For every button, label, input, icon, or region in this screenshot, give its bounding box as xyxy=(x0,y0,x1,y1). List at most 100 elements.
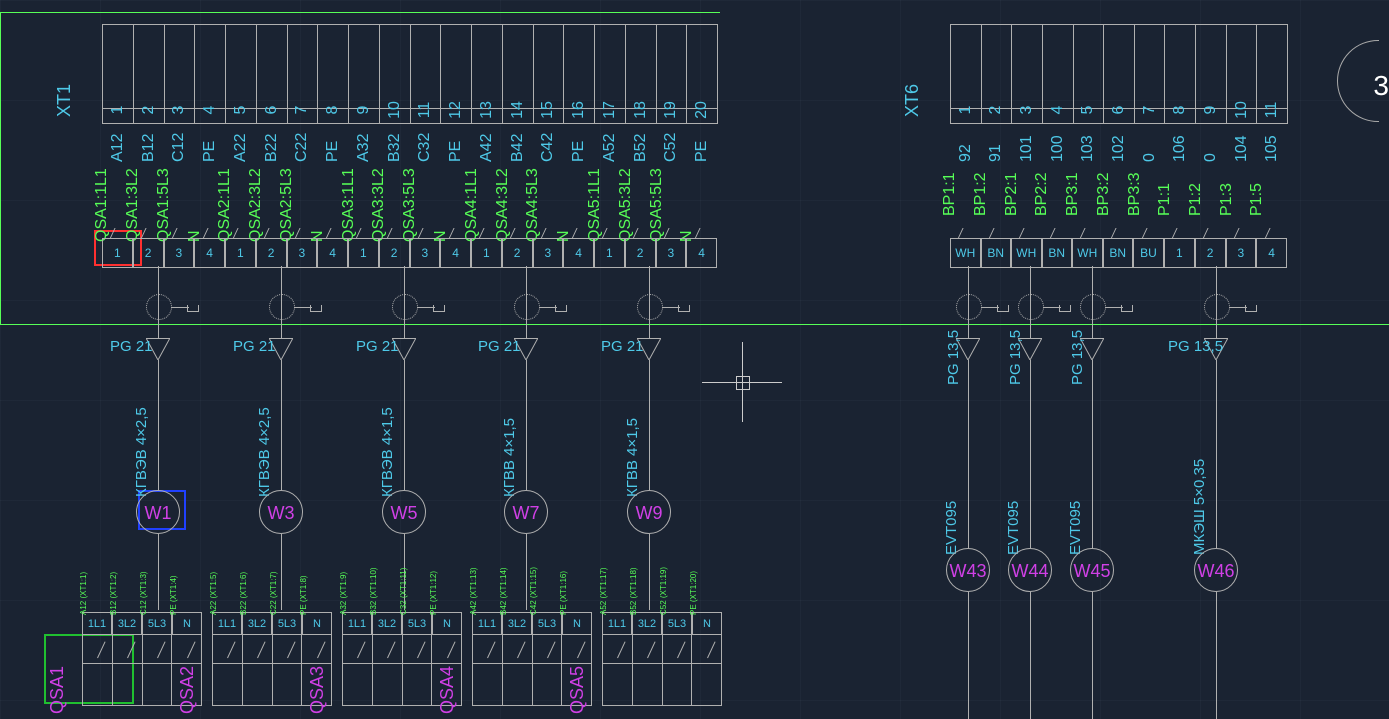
connector-cell: 3 xyxy=(533,239,564,267)
connector-row: 1234 xyxy=(594,238,717,268)
origin-label: P1:5 xyxy=(1248,183,1266,216)
connector-cell: BN xyxy=(1042,239,1073,267)
connector-row: WHBN xyxy=(1072,238,1133,268)
origin-label: QSA3:1L1 xyxy=(340,168,358,242)
cable-wire xyxy=(158,360,159,490)
breaker-name: QSA4 xyxy=(437,666,458,714)
breaker-source-label: B22 (XT1:6) xyxy=(239,572,248,615)
connector-cell: 4 xyxy=(440,239,471,267)
terminal-label: C12 xyxy=(170,42,188,162)
cable-tag: W9 xyxy=(627,490,671,534)
terminal-cell: B226 xyxy=(256,25,287,123)
connector-cell: 2 xyxy=(502,239,533,267)
terminal-cell: A5217 xyxy=(594,25,625,123)
terminal-label: 92 xyxy=(957,42,975,162)
terminal-cell: 09 xyxy=(1195,25,1226,123)
terminal-cell: 1035 xyxy=(1073,25,1104,123)
breaker-pin-label: 3L2 xyxy=(242,612,272,634)
connector-cell: 4 xyxy=(317,239,348,267)
terminal-cell: A4213 xyxy=(471,25,502,123)
cable-wire xyxy=(526,266,527,338)
breaker-pin-label: 1L1 xyxy=(472,612,502,634)
cable-tag: W43 xyxy=(946,548,990,592)
terminal-number: 2 xyxy=(140,106,158,115)
breaker-source-label: A12 (XT1:1) xyxy=(79,572,88,615)
terminal-number: 14 xyxy=(509,101,527,119)
connector-cell: 4 xyxy=(194,239,225,267)
terminal-number: 12 xyxy=(447,101,465,119)
terminal-number: 10 xyxy=(386,101,404,119)
cable-wire xyxy=(1092,266,1093,338)
breaker-name: QSA2 xyxy=(177,666,198,714)
breaker-source-label: A42 (XT1:13) xyxy=(469,567,478,615)
cable-wire xyxy=(649,266,650,338)
shield-icon xyxy=(1080,294,1106,320)
connector-row: 1234 xyxy=(102,238,225,268)
terminal-number: 7 xyxy=(293,106,311,115)
terminal-label: B22 xyxy=(263,42,281,162)
gland-label: PG 21 xyxy=(233,338,276,355)
terminal-cell: 1068 xyxy=(1164,25,1195,123)
terminal-label: A32 xyxy=(355,42,373,162)
terminal-number: 11 xyxy=(1263,102,1281,119)
connector-cell: 4 xyxy=(686,239,717,267)
cable-spec: EVT095 xyxy=(1005,501,1022,555)
terminal-number: 19 xyxy=(662,101,680,119)
terminal-label: 106 xyxy=(1171,42,1189,162)
connector-cell: 2 xyxy=(256,239,287,267)
terminal-number: 13 xyxy=(478,101,496,119)
gland-label: PG 13,5 xyxy=(945,330,962,385)
terminal-number: 3 xyxy=(1018,106,1036,115)
origin-label: P1:2 xyxy=(1187,183,1205,216)
terminal-label: 91 xyxy=(987,42,1005,162)
terminal-number: 16 xyxy=(570,101,588,119)
terminal-block-name: XT1 xyxy=(54,84,75,117)
cable-wire xyxy=(649,360,650,490)
breaker-source-label: B52 (XT1:18) xyxy=(629,567,638,615)
breaker-pin-label: N xyxy=(692,612,722,634)
terminal-number: 20 xyxy=(693,101,711,119)
terminal-label: A12 xyxy=(109,42,127,162)
gland-label: PG 21 xyxy=(601,338,644,355)
gland-label: PG 13,5 xyxy=(1168,338,1223,355)
breaker-pin-label: 3L2 xyxy=(502,612,532,634)
terminal-block-xt6: XT6 921912101310041035102607106809104101… xyxy=(950,24,1288,124)
cable-spec: КГВВ 4×1,5 xyxy=(501,418,518,497)
connector-cell: BU xyxy=(1133,239,1164,267)
origin-label: QSA2:5L3 xyxy=(278,168,296,242)
connector-cell: 3 xyxy=(656,239,687,267)
terminal-cell: PE4 xyxy=(194,25,225,123)
terminal-cell: A225 xyxy=(225,25,256,123)
shield-icon xyxy=(1204,294,1230,320)
cable-spec: КГВЭВ 4×2,5 xyxy=(133,407,150,497)
origin-label: BP2:1 xyxy=(1003,172,1021,216)
shield-icon xyxy=(1018,294,1044,320)
shield-icon xyxy=(514,294,540,320)
terminal-label: PE xyxy=(201,42,219,162)
terminal-cell: 07 xyxy=(1134,25,1165,123)
terminal-number: 9 xyxy=(1202,106,1220,115)
connector-row: BU xyxy=(1133,238,1164,268)
terminal-number: 8 xyxy=(1171,106,1189,115)
origin-label: QSA5:3L2 xyxy=(617,168,635,242)
terminal-label: A22 xyxy=(232,42,250,162)
cable-spec: КГВЭВ 4×1,5 xyxy=(379,407,396,497)
connector-row: 1234 xyxy=(348,238,471,268)
terminal-number: 3 xyxy=(170,106,188,115)
breaker-pin-label: 5L3 xyxy=(532,612,562,634)
breaker-source-label: C32 (XT1:11) xyxy=(399,568,408,615)
breaker-source-label: B42 (XT1:14) xyxy=(499,567,508,615)
connector-cell: 1 xyxy=(348,239,379,267)
terminal-cell: B3210 xyxy=(379,25,410,123)
terminal-number: 4 xyxy=(1049,106,1067,115)
cable-wire xyxy=(1092,360,1093,548)
terminal-label: 101 xyxy=(1018,42,1036,162)
terminal-number: 9 xyxy=(355,106,373,115)
cable-spec: КГВЭВ 4×2,5 xyxy=(256,407,273,497)
terminal-number: 1 xyxy=(109,106,127,115)
cable-wire xyxy=(1216,360,1217,548)
breaker-source-label: B12 (XT1:2) xyxy=(109,572,118,615)
connector-cell: 1 xyxy=(594,239,625,267)
terminal-cell: A121 xyxy=(103,25,133,123)
connector-row: 1234 xyxy=(225,238,348,268)
